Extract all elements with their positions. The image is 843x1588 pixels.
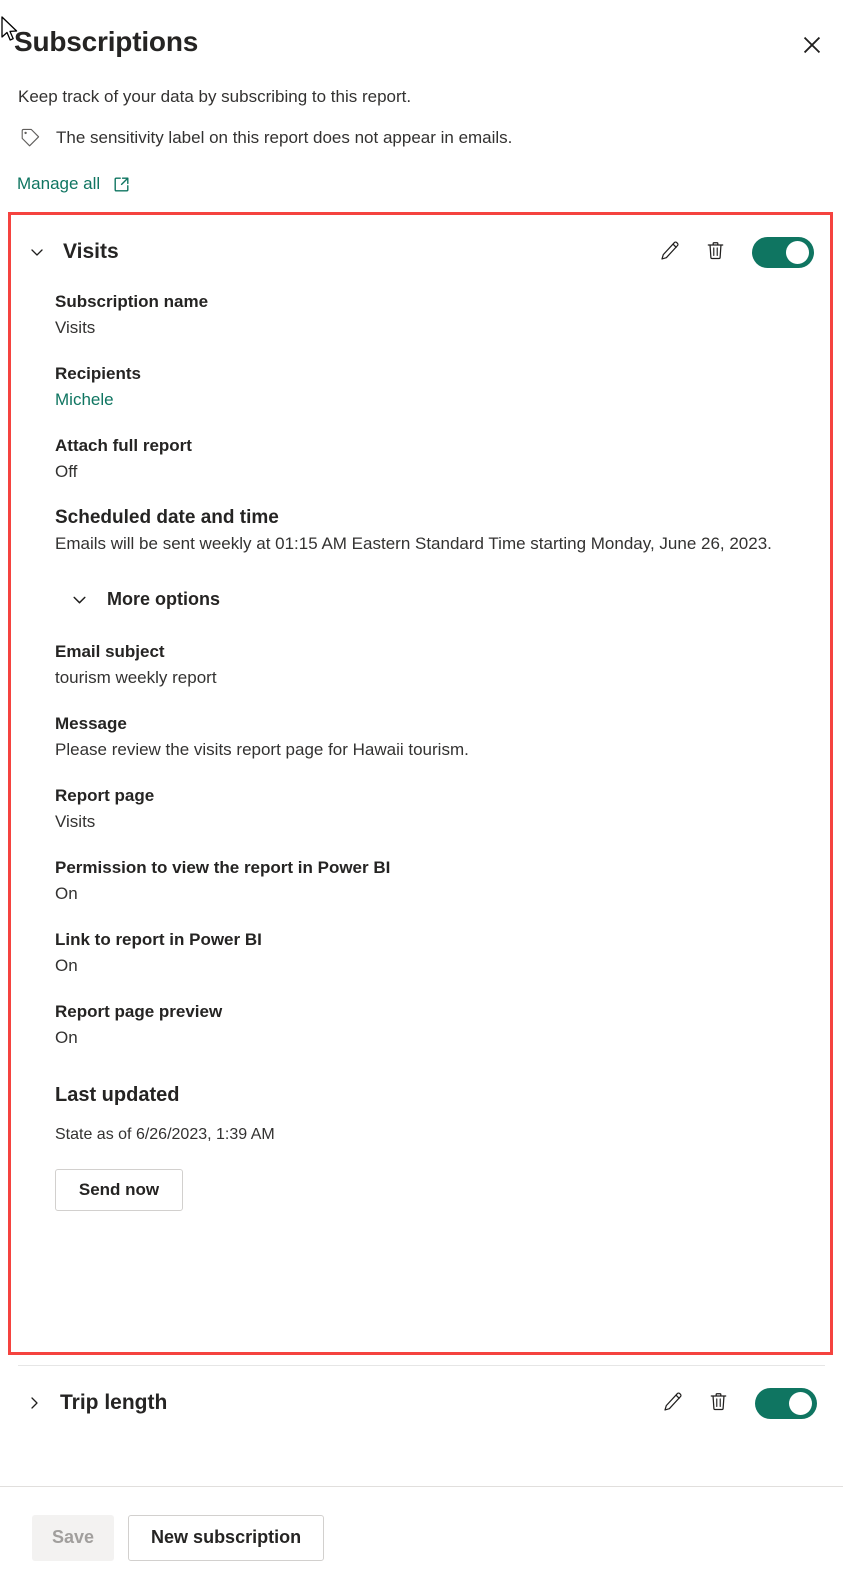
message-label: Message: [55, 714, 127, 733]
subscription-actions: [659, 1387, 817, 1419]
field-subscription-name: Subscription name Visits: [55, 289, 830, 341]
more-options-label: More options: [107, 588, 220, 609]
subscription-card-visits: Visits Subscription name Visits Recipien…: [8, 212, 833, 1355]
field-report-page: Report page Visits: [55, 783, 830, 835]
field-message: Message Please review the visits report …: [55, 711, 830, 763]
delete-subscription-button[interactable]: [705, 1390, 731, 1416]
field-report-page-preview: Report page preview On: [55, 999, 830, 1051]
toggle-knob: [789, 1391, 812, 1415]
recipients-label: Recipients: [55, 364, 141, 383]
email-subject-value: tourism weekly report: [55, 668, 217, 687]
sensitivity-notice-row: The sensitivity label on this report doe…: [18, 126, 512, 150]
link-to-report-label: Link to report in Power BI: [55, 930, 262, 949]
subscription-name-label: Subscription name: [55, 292, 209, 311]
edit-subscription-button[interactable]: [656, 239, 682, 265]
report-page-value: Visits: [55, 812, 96, 831]
subscription-actions: [656, 236, 814, 268]
report-page-preview-value: On: [55, 1028, 78, 1047]
trash-icon: [707, 1390, 730, 1416]
close-icon: [803, 36, 821, 54]
save-button[interactable]: Save: [32, 1514, 115, 1561]
more-options-toggle[interactable]: More options: [65, 585, 830, 613]
field-attach-full-report: Attach full report Off: [55, 433, 830, 485]
subscription-title: Visits: [63, 240, 119, 263]
recipients-value[interactable]: Michele: [55, 387, 830, 413]
pencil-icon: [658, 239, 681, 265]
subscription-details: Subscription name Visits Recipients Mich…: [11, 289, 830, 1211]
chevron-down-icon[interactable]: [23, 238, 51, 266]
subscription-card-trip-length: Trip length: [8, 1366, 833, 1440]
close-button[interactable]: [795, 28, 829, 62]
subscription-title: Trip length: [60, 1391, 168, 1414]
page-title: Subscriptions: [14, 26, 199, 57]
field-link-to-report: Link to report in Power BI On: [55, 927, 830, 979]
field-email-subject: Email subject tourism weekly report: [55, 639, 830, 691]
email-subject-label: Email subject: [55, 642, 165, 661]
report-page-preview-label: Report page preview: [55, 1002, 223, 1021]
toggle-knob: [786, 240, 809, 264]
subscription-name-value: Visits: [55, 318, 96, 337]
sensitivity-notice-text: The sensitivity label on this report doe…: [56, 128, 513, 147]
panel-header: Subscriptions Keep track of your data by…: [0, 0, 843, 210]
new-subscription-button[interactable]: New subscription: [128, 1514, 325, 1561]
field-permission: Permission to view the report in Power B…: [55, 855, 830, 907]
message-value: Please review the visits report page for…: [55, 740, 469, 759]
scheduled-date-time-value: Emails will be sent weekly at 01:15 AM E…: [55, 534, 772, 553]
attach-full-report-label: Attach full report: [55, 436, 192, 455]
permission-value: On: [55, 884, 78, 903]
chevron-right-icon[interactable]: [20, 1389, 48, 1417]
field-scheduled-date-time: Scheduled date and time Emails will be s…: [55, 505, 830, 557]
footer-actions: Save New subscription: [0, 1487, 843, 1588]
send-now-button[interactable]: Send now: [55, 1169, 183, 1211]
manage-all-label: Manage all: [17, 174, 101, 193]
subscription-enabled-toggle[interactable]: [752, 236, 814, 268]
manage-all-link[interactable]: Manage all: [17, 172, 131, 196]
attach-full-report-value: Off: [55, 462, 78, 481]
field-recipients: Recipients Michele: [55, 361, 830, 413]
scheduled-date-time-label: Scheduled date and time: [55, 507, 279, 528]
report-page-label: Report page: [55, 786, 155, 805]
link-to-report-value: On: [55, 956, 78, 975]
subscription-header-visits: Visits: [11, 215, 830, 289]
panel-subtitle: Keep track of your data by subscribing t…: [18, 87, 412, 106]
chevron-down-icon: [65, 585, 93, 613]
last-updated-value: State as of 6/26/2023, 1:39 AM: [55, 1126, 275, 1143]
permission-label: Permission to view the report in Power B…: [55, 858, 391, 877]
last-updated-label: Last updated: [55, 1084, 180, 1106]
delete-subscription-button[interactable]: [702, 239, 728, 265]
pencil-icon: [661, 1390, 684, 1416]
subscription-enabled-toggle[interactable]: [755, 1387, 817, 1419]
edit-subscription-button[interactable]: [659, 1390, 685, 1416]
trash-icon: [704, 239, 727, 265]
tag-icon: [18, 126, 42, 150]
external-link-icon: [112, 175, 131, 194]
